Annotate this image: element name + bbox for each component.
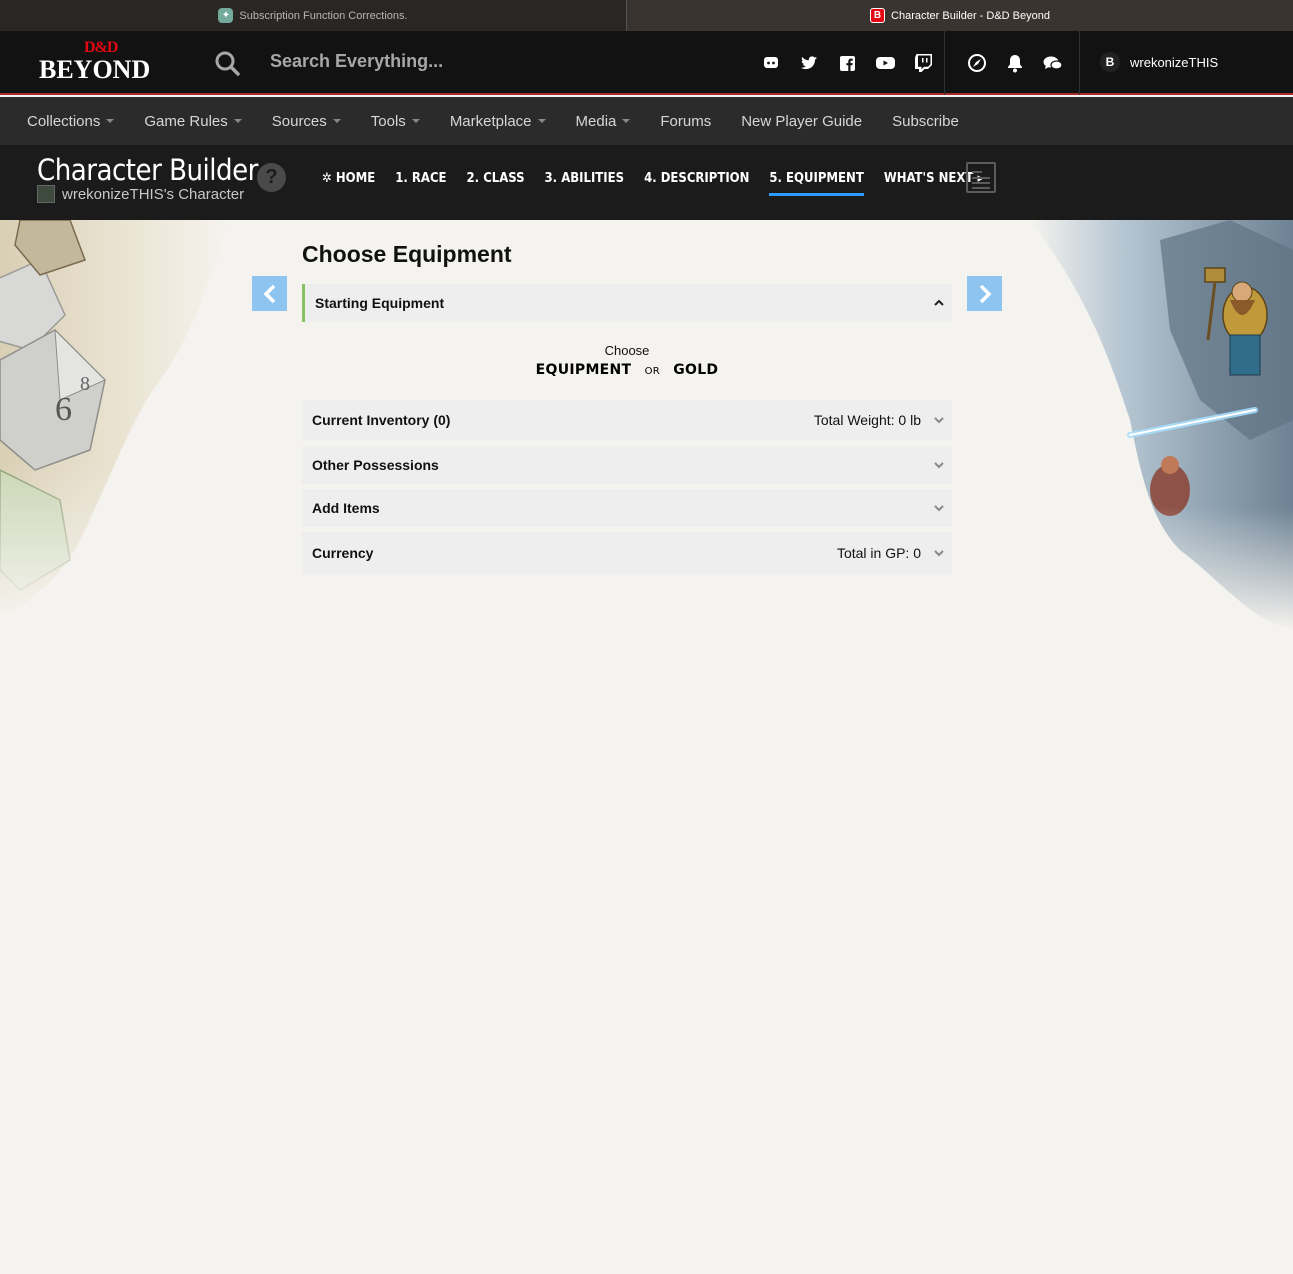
- header-divider: [944, 31, 945, 95]
- search-icon[interactable]: [214, 50, 240, 76]
- user-menu[interactable]: B wrekonizeTHIS: [1100, 52, 1218, 72]
- add-items-label: Add Items: [312, 500, 380, 516]
- chevron-right-icon: [979, 284, 991, 303]
- chat-icon[interactable]: [1034, 51, 1072, 75]
- facebook-icon[interactable]: [828, 51, 866, 75]
- builder-header: Character Builder wrekonizeTHIS's Charac…: [0, 145, 1293, 220]
- discord-icon[interactable]: [752, 51, 790, 75]
- or-separator: OR: [644, 366, 661, 377]
- caret-down-icon: [411, 119, 420, 123]
- nav-item-label: Collections: [27, 112, 101, 130]
- header-divider: [1079, 31, 1080, 95]
- nav-item-sources[interactable]: Sources: [272, 113, 341, 130]
- caret-down-icon: [332, 119, 341, 123]
- next-step-button[interactable]: [967, 276, 1002, 311]
- total-weight: Total Weight: 0 lb: [813, 412, 921, 428]
- twitter-icon[interactable]: [790, 51, 828, 75]
- nav-item-forums[interactable]: Forums: [660, 113, 711, 130]
- step-description[interactable]: 4. DESCRIPTION: [644, 171, 749, 196]
- avatar: B: [1100, 52, 1120, 72]
- browser-tab-strip: ✦ Subscription Function Corrections. B C…: [0, 0, 1293, 31]
- utility-icons: [958, 51, 1072, 75]
- site-header: D&D BEYOND Search Everything... B wrekon…: [0, 31, 1293, 95]
- chevron-down-icon: [934, 505, 944, 512]
- nav-item-label: Marketplace: [449, 112, 532, 130]
- browser-tab-title: Character Builder - D&D Beyond: [891, 9, 1050, 22]
- starting-equipment-label: Starting Equipment: [315, 295, 445, 311]
- nav-item-label: Subscribe: [892, 112, 959, 130]
- chevron-down-icon: [934, 550, 944, 557]
- step-race[interactable]: 1. RACE: [395, 171, 446, 196]
- character-sheet-icon[interactable]: [966, 162, 996, 193]
- currency-label: Currency: [312, 545, 374, 561]
- equipment-or-gold-chooser: Choose EQUIPMENT OR GOLD: [302, 343, 952, 378]
- nav-item-media[interactable]: Media: [576, 113, 631, 130]
- caret-down-icon: [233, 119, 242, 123]
- search-input[interactable]: Search Everything...: [270, 51, 443, 72]
- step-home[interactable]: ✲ HOME: [322, 171, 375, 196]
- choose-label: Choose: [604, 343, 650, 358]
- gear-icon: ✲: [322, 171, 336, 186]
- nav-item-label: Tools: [370, 112, 406, 130]
- chevron-down-icon: [934, 462, 944, 469]
- step-equipment[interactable]: 5. EQUIPMENT: [769, 171, 864, 196]
- starting-equipment-header[interactable]: Starting Equipment: [302, 284, 952, 322]
- step-abilities[interactable]: 3. ABILITIES: [545, 171, 625, 196]
- nav-item-marketplace[interactable]: Marketplace: [450, 113, 546, 130]
- nav-item-collections[interactable]: Collections: [27, 112, 115, 130]
- nav-item-label: New Player Guide: [741, 112, 863, 130]
- ddb-icon: B: [870, 8, 886, 23]
- chatgpt-icon: ✦: [218, 8, 234, 23]
- previous-step-button[interactable]: [252, 276, 287, 311]
- caret-down-icon: [537, 119, 546, 123]
- page-title: Character Builder: [37, 153, 258, 187]
- twitch-icon[interactable]: [904, 51, 942, 75]
- browser-tab-title: Subscription Function Corrections.: [239, 9, 408, 22]
- step-label: HOME: [335, 171, 376, 186]
- compass-icon[interactable]: [958, 51, 996, 75]
- currency-header[interactable]: Currency Total in GP: 0: [302, 532, 952, 574]
- step-label: WHAT'S NEXT: [883, 171, 974, 186]
- add-items-header[interactable]: Add Items: [302, 489, 952, 527]
- nav-item-label: Forums: [660, 112, 712, 130]
- step-class[interactable]: 2. CLASS: [467, 171, 525, 196]
- caret-down-icon: [622, 119, 631, 123]
- character-name[interactable]: wrekonizeTHIS's Character: [37, 185, 244, 203]
- ddb-logo[interactable]: D&D BEYOND: [0, 30, 200, 94]
- caret-down-icon: [106, 119, 115, 123]
- other-possessions-label: Other Possessions: [312, 457, 439, 473]
- chevron-left-icon: [263, 284, 275, 303]
- browser-tab-character-builder[interactable]: B Character Builder - D&D Beyond: [627, 0, 1293, 31]
- help-icon[interactable]: ?: [257, 163, 286, 192]
- chevron-up-icon: [934, 299, 944, 306]
- adventurer-artwork: [1030, 220, 1293, 630]
- nav-item-label: Game Rules: [144, 112, 228, 130]
- main-nav: Collections Game Rules Sources Tools Mar…: [0, 97, 1293, 145]
- builder-steps: ✲ HOME 1. RACE 2. CLASS 3. ABILITIES 4. …: [322, 171, 1003, 196]
- browser-tab-subscription[interactable]: ✦ Subscription Function Corrections.: [0, 0, 627, 31]
- youtube-icon[interactable]: [866, 51, 904, 75]
- section-title: Choose Equipment: [302, 241, 512, 267]
- choose-gold-option[interactable]: GOLD: [673, 362, 718, 378]
- chevron-down-icon: [934, 417, 944, 424]
- other-possessions-header[interactable]: Other Possessions: [302, 446, 952, 484]
- bell-icon[interactable]: [996, 51, 1034, 75]
- character-portrait: [37, 185, 55, 203]
- nav-item-new-player-guide[interactable]: New Player Guide: [741, 113, 862, 130]
- character-name-label: wrekonizeTHIS's Character: [62, 185, 245, 203]
- total-gp: Total in GP: 0: [836, 545, 921, 561]
- nav-item-tools[interactable]: Tools: [371, 113, 420, 130]
- current-inventory-header[interactable]: Current Inventory (0) Total Weight: 0 lb: [302, 400, 952, 440]
- logo-beyond-text: BEYOND: [39, 55, 151, 84]
- choose-equipment-option[interactable]: EQUIPMENT: [536, 362, 632, 378]
- nav-item-game-rules[interactable]: Game Rules: [144, 112, 242, 130]
- nav-item-label: Media: [575, 112, 617, 130]
- nav-item-label: Sources: [271, 112, 327, 130]
- nav-item-subscribe[interactable]: Subscribe: [892, 113, 959, 130]
- inventory-label: Current Inventory (0): [312, 412, 451, 428]
- social-links: [752, 51, 942, 75]
- username: wrekonizeTHIS: [1130, 54, 1219, 70]
